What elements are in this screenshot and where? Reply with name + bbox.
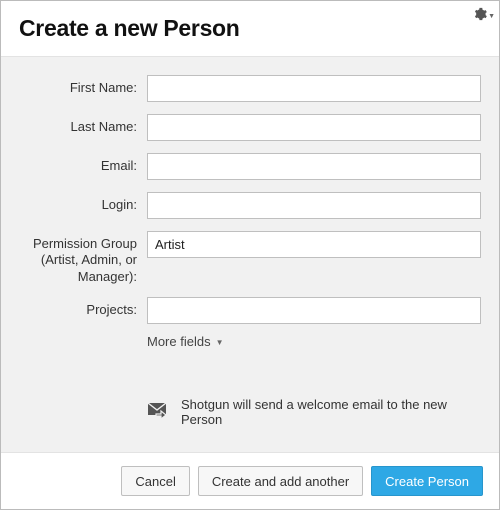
field-row-login: Login:	[19, 192, 481, 219]
more-fields-toggle[interactable]: More fields ▼	[147, 334, 224, 349]
field-row-permission-group: Permission Group (Artist, Admin, or Mana…	[19, 231, 481, 285]
dialog-footer: Cancel Create and add another Create Per…	[1, 453, 499, 509]
welcome-email-notice: Shotgun will send a welcome email to the…	[19, 397, 481, 427]
dialog-body: First Name: Last Name: Email: Login: Per…	[1, 56, 499, 453]
field-row-projects: Projects:	[19, 297, 481, 324]
last-name-input[interactable]	[147, 114, 481, 141]
more-fields-label: More fields	[147, 334, 211, 349]
notice-text: Shotgun will send a welcome email to the…	[181, 397, 481, 427]
login-input[interactable]	[147, 192, 481, 219]
chevron-down-icon: ▼	[216, 338, 224, 347]
gear-icon[interactable]	[473, 7, 489, 23]
projects-input[interactable]	[147, 297, 481, 324]
dialog-title: Create a new Person	[19, 15, 481, 42]
label-last-name: Last Name:	[19, 114, 147, 135]
label-projects: Projects:	[19, 297, 147, 318]
label-permission-group: Permission Group (Artist, Admin, or Mana…	[19, 231, 147, 285]
email-input[interactable]	[147, 153, 481, 180]
create-person-dialog: Create a new Person ▼ First Name: Last N…	[0, 0, 500, 510]
first-name-input[interactable]	[147, 75, 481, 102]
cancel-button[interactable]: Cancel	[121, 466, 189, 496]
label-email: Email:	[19, 153, 147, 174]
create-and-add-another-button[interactable]: Create and add another	[198, 466, 363, 496]
dialog-header: Create a new Person ▼	[1, 1, 499, 56]
label-first-name: First Name:	[19, 75, 147, 96]
field-row-first-name: First Name:	[19, 75, 481, 102]
more-fields-row: More fields ▼	[19, 334, 481, 349]
create-person-button[interactable]: Create Person	[371, 466, 483, 496]
gear-dropdown-caret: ▼	[488, 13, 495, 20]
field-row-last-name: Last Name:	[19, 114, 481, 141]
label-login: Login:	[19, 192, 147, 213]
permission-group-input[interactable]	[147, 231, 481, 258]
field-row-email: Email:	[19, 153, 481, 180]
mail-forward-icon	[147, 402, 171, 422]
